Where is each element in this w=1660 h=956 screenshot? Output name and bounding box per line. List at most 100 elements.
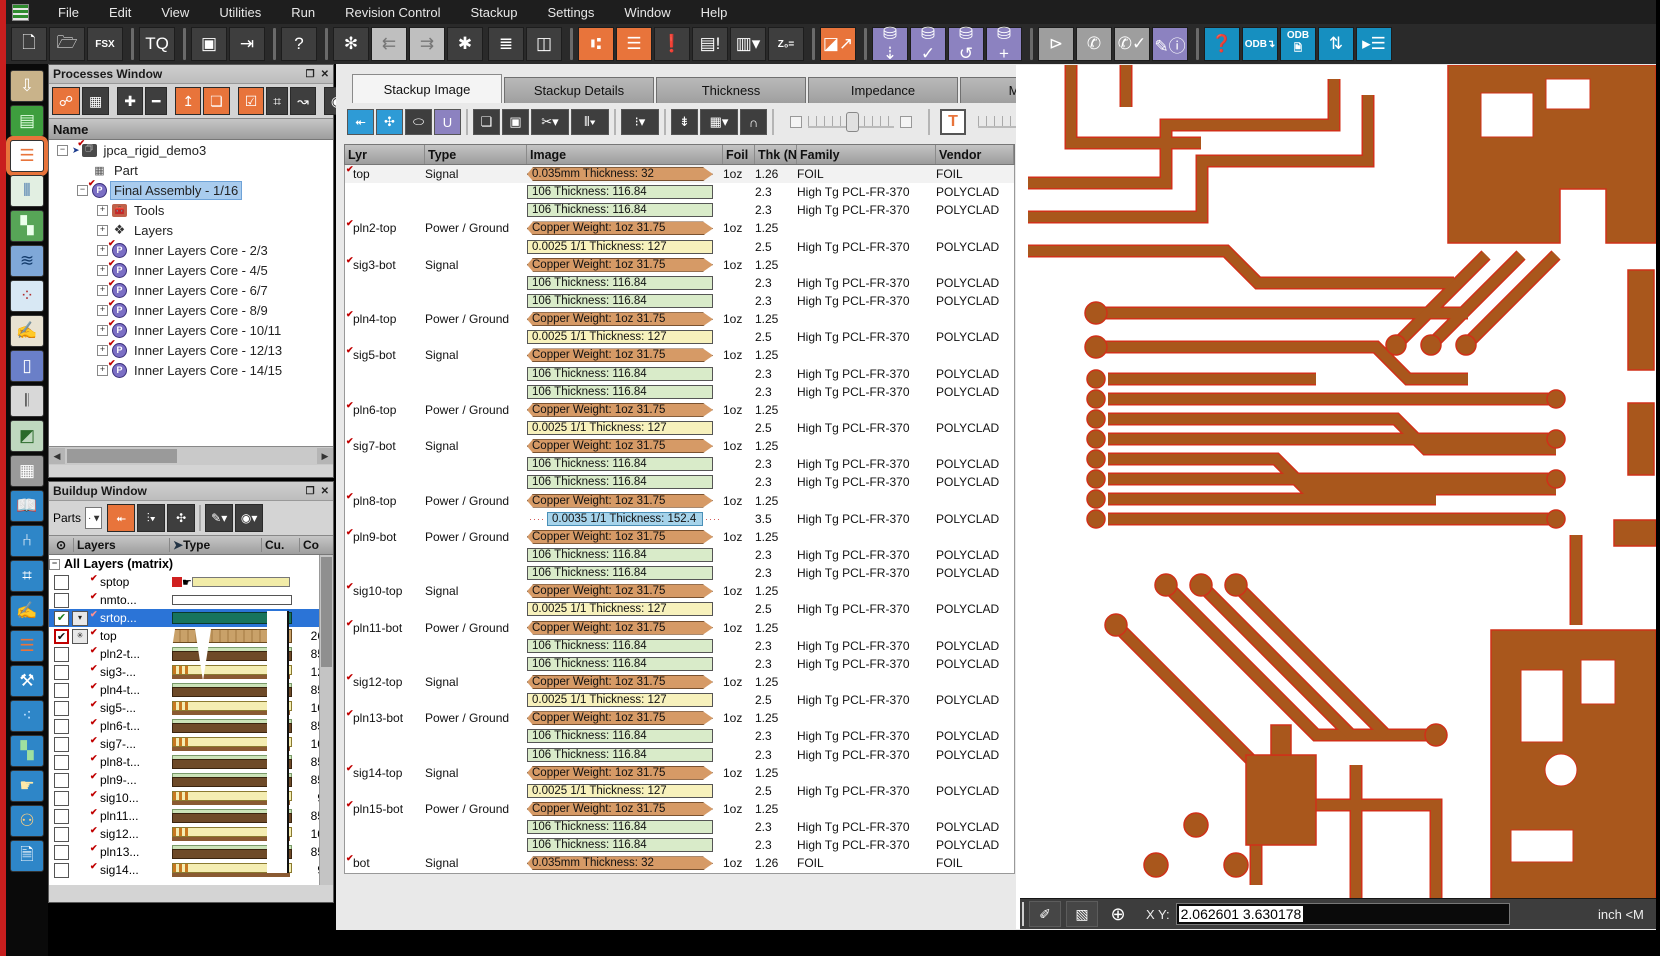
exit-icon[interactable]: ⇥ [229,27,265,61]
column-header-foil[interactable]: Foil [723,145,755,164]
table-row[interactable]: 106 Thickness: 116.842.3High Tg PCL-FR-3… [345,201,1014,219]
layers-stack-icon[interactable]: ❏ [203,87,230,115]
parts-tetris-icon[interactable]: ▚ [10,210,44,242]
table-row[interactable]: ✔pln4-topPower / GroundCopper Weight: 1o… [345,310,1014,328]
parts-dropdown[interactable]: · ▾ [85,507,102,529]
stackup-present-icon[interactable]: ✍ [10,595,44,627]
tab-stackup-image[interactable]: Stackup Image [352,74,502,103]
menu-item-edit[interactable]: Edit [94,2,146,23]
open-fsx-icon[interactable]: FSX [87,27,123,61]
table-row[interactable]: ✔pln2-topPower / GroundCopper Weight: 1o… [345,219,1014,237]
slider-track[interactable] [808,116,894,128]
table-row[interactable]: 0.0025 1/1 Thickness: 1272.5High Tg PCL-… [345,328,1014,346]
layer-star-button[interactable]: ✳ [72,629,88,644]
table-row[interactable]: ✔sig10-topSignalCopper Weight: 1oz 31.75… [345,582,1014,600]
material-bar[interactable]: 0.0025 1/1 Thickness: 127 [527,784,713,798]
material-bar[interactable]: 106 Thickness: 116.84 [527,276,713,290]
table-row[interactable]: 106 Thickness: 116.842.3High Tg PCL-FR-3… [345,183,1014,201]
board-icon[interactable]: ▣ [502,109,529,135]
material-bar[interactable]: 106 Thickness: 116.84 [527,367,713,381]
inbox-download-icon[interactable]: ⇩ [10,70,44,102]
send-forward-icon[interactable]: ⊳ [1038,27,1074,61]
material-bar[interactable]: Copper Weight: 1oz 31.75 [527,348,713,362]
tab-stackup-details[interactable]: Stackup Details [504,77,654,103]
odb-export-icon[interactable]: ODB🗎 [1280,27,1316,61]
menu-item-utilities[interactable]: Utilities [204,2,276,23]
material-bar[interactable]: Copper Weight: 1oz 31.75 [527,802,713,816]
stackup-book-icon[interactable]: 📖 [10,490,44,522]
material-bar[interactable]: 0.0035 1/1 Thickness: 152.4 [547,512,703,526]
type-column-header[interactable]: ➤Type [169,538,261,552]
visibility-checkbox[interactable] [54,683,69,698]
rows-dropdown-icon[interactable]: ⁝▾ [621,109,659,135]
visibility-checkbox[interactable] [54,575,69,590]
drill-icon[interactable]: ⯬ [107,504,135,532]
pencil-dropdown-icon[interactable]: ✎▾ [205,504,233,532]
checklist-eye-icon[interactable]: ☑ [238,87,265,115]
archive-icon[interactable]: ≣ [488,27,524,61]
table-row[interactable]: ✔botSignal0.035mm Thickness: 321oz1.26FO… [345,854,1014,872]
db-undo-icon[interactable]: ⛁↺ [948,27,984,61]
buildup-layer-row-pln6t[interactable]: ✳✔pln6-t...851 [49,717,333,735]
material-bar[interactable]: Copper Weight: 1oz 31.75 [527,621,713,635]
stackup-abacus-icon[interactable]: ⁖ [10,700,44,732]
table-row[interactable]: ✔sig3-botSignalCopper Weight: 1oz 31.751… [345,256,1014,274]
material-bar[interactable]: 106 Thickness: 116.84 [527,457,713,471]
buildup-layer-row-sig14[interactable]: ✳✔sig14...91 [49,861,333,879]
menu-item-file[interactable]: File [43,2,94,23]
call-accept-icon[interactable]: ✆✓ [1114,27,1150,61]
table-row[interactable]: 106 Thickness: 116.842.3High Tg PCL-FR-3… [345,292,1014,310]
scroll-left-icon[interactable]: ◀ [49,448,65,464]
material-bar[interactable]: 106 Thickness: 116.84 [527,748,713,762]
table-row[interactable]: ✔pln11-botPower / GroundCopper Weight: 1… [345,619,1014,637]
table-row[interactable]: 106 Thickness: 116.842.3High Tg PCL-FR-3… [345,655,1014,673]
menu-item-stackup[interactable]: Stackup [455,2,532,23]
process-settings-icon[interactable]: ✱ [447,27,483,61]
route-filter-icon[interactable]: ↝ [290,87,316,115]
material-bar[interactable]: 106 Thickness: 116.84 [527,294,713,308]
share-icon[interactable]: ☍ [52,87,80,115]
material-bar[interactable]: 106 Thickness: 116.84 [527,475,713,489]
table-row[interactable]: 0.0025 1/1 Thickness: 1272.5High Tg PCL-… [345,600,1014,618]
tab-impedance[interactable]: Impedance [808,77,958,103]
columns-compare-icon[interactable]: ⫴ [10,175,44,207]
table-row[interactable]: 106 Thickness: 116.842.3High Tg PCL-FR-3… [345,473,1014,491]
drill-tool-icon[interactable]: ⯬ [347,109,374,135]
tree-item-inner-layers-core-8-9[interactable]: +P✔Inner Layers Core - 8/9 [49,300,333,320]
material-bar[interactable]: 106 Thickness: 116.84 [527,838,713,852]
buildup-layer-row-sig3[interactable]: ✳✔sig3-...121 [49,663,333,681]
stackup-hand-icon[interactable]: ☛ [10,770,44,802]
tree-item-inner-layers-core-6-7[interactable]: +P✔Inner Layers Core - 6/7 [49,280,333,300]
table-row[interactable]: 0.0025 1/1 Thickness: 1272.5High Tg PCL-… [345,691,1014,709]
stackup-view-icon[interactable]: ☰ [616,27,652,61]
material-bar[interactable]: 0.035mm Thickness: 32 [527,167,713,181]
stackup-people-icon[interactable]: ⚇ [10,805,44,837]
table-row[interactable]: 106 Thickness: 116.842.3High Tg PCL-FR-3… [345,727,1014,745]
material-bar[interactable]: Copper Weight: 1oz 31.75 [527,494,713,508]
material-bar[interactable]: Copper Weight: 1oz 31.75 [527,312,713,326]
clipboard-sync-icon[interactable]: ⇅ [1318,27,1354,61]
expand-icon[interactable]: + [97,325,108,336]
visibility-checkbox[interactable] [54,701,69,716]
auto-wand-icon[interactable]: ✻ [333,27,369,61]
material-bar[interactable]: 106 Thickness: 116.84 [527,566,713,580]
table-row[interactable]: ✔topSignal0.035mm Thickness: 321oz1.26FO… [345,165,1014,183]
buildup-layer-row-pln2t[interactable]: ✳✔pln2-t...851 [49,645,333,663]
material-bar[interactable]: Copper Weight: 1oz 31.75 [527,584,713,598]
cut-dropdown-icon[interactable]: ✂▾ [531,109,569,135]
buildup-layer-row-pln11[interactable]: ✳✔pln11...851 [49,807,333,825]
slider-checkbox[interactable] [790,116,802,128]
table-row[interactable]: 106 Thickness: 116.842.3High Tg PCL-FR-3… [345,383,1014,401]
material-bar[interactable]: 106 Thickness: 116.84 [527,548,713,562]
visibility-checkbox[interactable] [54,593,69,608]
db-export-icon[interactable]: ⛁⇣ [872,27,908,61]
opacity-slider[interactable] [784,116,918,128]
tree-item-inner-layers-core-4-5[interactable]: +P✔Inner Layers Core - 4/5 [49,260,333,280]
table-row[interactable]: ✔pln8-topPower / GroundCopper Weight: 1o… [345,492,1014,510]
tq-checkin-icon[interactable]: TQ [139,27,175,61]
table-row[interactable]: ✔pln6-topPower / GroundCopper Weight: 1o… [345,401,1014,419]
visibility-checkbox[interactable]: ✔ [54,611,69,626]
material-bar[interactable]: 106 Thickness: 116.84 [527,820,713,834]
table-row[interactable]: ✔sig12-topSignalCopper Weight: 1oz 31.75… [345,673,1014,691]
stackup-wrench-icon[interactable]: ⚒ [10,665,44,697]
